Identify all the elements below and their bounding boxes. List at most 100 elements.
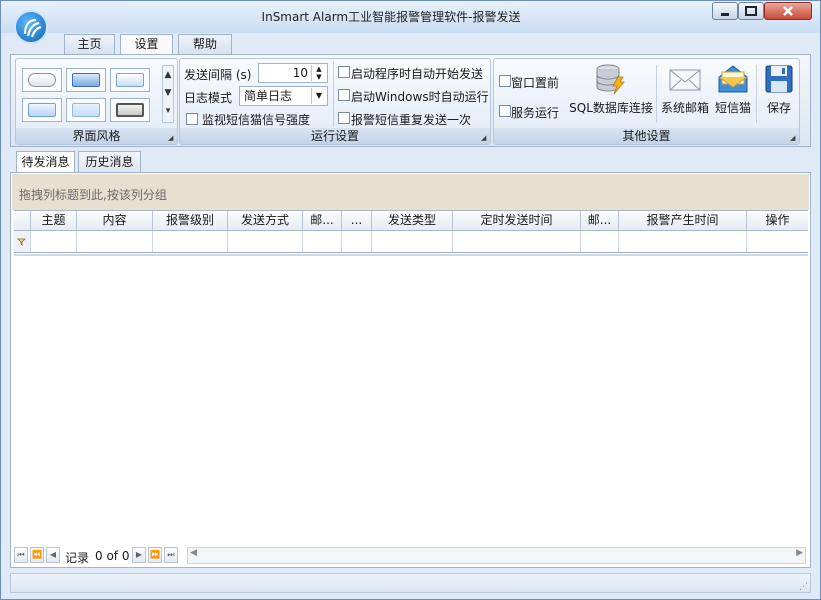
filter-cell[interactable] (228, 231, 303, 252)
column-header-content[interactable]: 内容 (77, 211, 153, 230)
sms-modem-icon (718, 65, 748, 93)
filter-cell[interactable] (619, 231, 747, 252)
filter-cell[interactable] (581, 231, 619, 252)
other-settings-group-label: 其他设置 (494, 128, 799, 144)
save-label: 保存 (766, 101, 791, 115)
last-record-icon[interactable]: ⏭ (164, 547, 178, 563)
log-mode-label: 日志模式 (184, 91, 233, 105)
dialog-launcher-icon[interactable]: ◢ (790, 135, 797, 142)
chevron-down-icon[interactable]: ▼ (163, 84, 173, 102)
sql-connect-button[interactable]: SQL数据库连接 (569, 63, 653, 121)
monitor-signal-checkbox[interactable] (186, 113, 198, 125)
auto-send-on-start-checkbox[interactable] (338, 66, 350, 78)
column-header-alarm-time[interactable]: 报警产生时间 (619, 211, 747, 230)
column-header-mail-2[interactable]: 邮... (581, 211, 619, 230)
minimize-icon (721, 13, 729, 16)
scroll-right-icon[interactable]: ▶ (796, 548, 803, 558)
filter-cell[interactable] (342, 231, 372, 252)
chevron-up-icon[interactable]: ▲ (163, 66, 173, 84)
window-title: InSmart Alarm工业智能报警管理软件-报警发送 (261, 10, 521, 24)
system-mail-label: 系统邮箱 (660, 101, 709, 115)
column-header-subject[interactable]: 主题 (31, 211, 77, 230)
column-header-action[interactable]: 操作 (747, 211, 808, 230)
logo-swirl-icon (23, 18, 42, 38)
tab-help[interactable]: 帮助 (178, 34, 232, 54)
column-header-mail[interactable]: 邮... (303, 211, 342, 230)
auto-run-windows-checkbox[interactable] (338, 89, 350, 101)
send-interval-value: 10 (292, 66, 308, 80)
ui-style-group: ▲ ▼ ▾ 界面风格 ◢ (15, 58, 178, 145)
filter-cell[interactable] (31, 231, 77, 252)
system-mail-button[interactable]: 系统邮箱 (659, 63, 711, 121)
sql-connect-label: SQL数据库连接 (569, 101, 653, 115)
tab-home[interactable]: 主页 (64, 34, 115, 54)
column-header-more[interactable]: ... (342, 211, 372, 230)
style-option-azure[interactable] (66, 98, 106, 122)
style-option-sky[interactable] (22, 98, 62, 122)
run-settings-group: 发送间隔 (s) 10 ▲ ▼ 日志模式 简单日志 ▼ 监视短信猫信号强度 启动程… (179, 58, 491, 145)
first-record-icon[interactable]: ⏮ (14, 547, 28, 563)
tab-pending-messages[interactable]: 待发消息 (16, 151, 75, 173)
tab-settings[interactable]: 设置 (120, 34, 173, 55)
ui-style-group-label: 界面风格 (16, 128, 177, 144)
column-header-send-type[interactable]: 发送类型 (372, 211, 453, 230)
column-header-scheduled-time[interactable]: 定时发送时间 (453, 211, 581, 230)
spin-arrows-icon[interactable]: ▲ ▼ (311, 65, 326, 81)
group-by-hint: 拖拽列标题到此,按该列分组 (19, 188, 167, 202)
next-page-icon[interactable]: ⏩ (148, 547, 162, 563)
window-top-label: 窗口置前 (511, 76, 560, 90)
log-mode-value: 简单日志 (244, 89, 293, 103)
sms-cat-button[interactable]: 短信猫 (713, 63, 753, 121)
maximize-button[interactable] (738, 2, 764, 20)
save-disk-icon (765, 65, 793, 93)
log-mode-select[interactable]: 简单日志 ▼ (239, 86, 328, 106)
scroll-left-icon[interactable]: ◀ (190, 548, 197, 558)
column-header-alarm-level[interactable]: 报警级别 (153, 211, 228, 230)
filter-cell[interactable] (453, 231, 581, 252)
group-by-panel[interactable]: 拖拽列标题到此,按该列分组 (12, 174, 809, 210)
resend-alarm-label: 报警短信重复发送一次 (351, 113, 472, 127)
sms-cat-label: 短信猫 (714, 101, 751, 115)
database-icon (596, 64, 625, 95)
messages-panel: 拖拽列标题到此,按该列分组 主题 内容 报警级别 发送方式 邮... ... 发… (10, 172, 811, 568)
save-button[interactable]: 保存 (762, 63, 796, 121)
style-option-silver[interactable] (22, 68, 62, 92)
next-record-icon[interactable]: ▶ (132, 547, 146, 563)
column-header-send-method[interactable]: 发送方式 (228, 211, 303, 230)
gallery-expand-icon[interactable]: ▾ (163, 102, 173, 120)
send-interval-label: 发送间隔 (s) (184, 68, 252, 82)
group-divider (333, 61, 334, 127)
service-run-checkbox[interactable] (499, 105, 511, 117)
chevron-down-icon[interactable]: ▼ (311, 88, 326, 104)
filter-icon (17, 238, 26, 246)
app-logo (14, 10, 48, 44)
filter-cell[interactable] (372, 231, 453, 252)
filter-cell-indicator (14, 231, 31, 252)
previous-record-icon[interactable]: ◀ (46, 547, 60, 563)
status-bar: ⋰ (10, 573, 811, 593)
filter-cell[interactable] (303, 231, 342, 252)
close-button[interactable] (764, 2, 812, 20)
title-bar: InSmart Alarm工业智能报警管理软件-报警发送 (1, 1, 820, 33)
tab-history-messages[interactable]: 历史消息 (78, 151, 141, 172)
filter-cell[interactable] (747, 231, 808, 252)
style-option-blue[interactable] (66, 68, 106, 92)
window-top-checkbox[interactable] (499, 75, 511, 87)
filter-cell[interactable] (153, 231, 228, 252)
horizontal-scrollbar[interactable]: ◀ ▶ (187, 547, 806, 564)
filter-cell[interactable] (77, 231, 153, 252)
send-interval-spin[interactable]: 10 ▲ ▼ (258, 63, 328, 83)
filter-row (14, 231, 808, 253)
app-window: InSmart Alarm工业智能报警管理软件-报警发送 主页 设置 帮助 ▲ … (0, 0, 821, 600)
resend-alarm-checkbox[interactable] (338, 112, 350, 124)
style-option-gray[interactable] (110, 98, 150, 122)
previous-page-icon[interactable]: ⏪ (30, 547, 44, 563)
dialog-launcher-icon[interactable]: ◢ (168, 135, 175, 142)
style-gallery-scroll[interactable]: ▲ ▼ ▾ (162, 65, 174, 123)
resize-grip-icon[interactable]: ⋰ (799, 582, 808, 592)
dialog-launcher-icon[interactable]: ◢ (481, 135, 488, 142)
separator (656, 65, 657, 123)
minimize-button[interactable] (712, 2, 738, 20)
style-option-light-blue[interactable] (110, 68, 150, 92)
row-indicator-header (14, 211, 31, 230)
